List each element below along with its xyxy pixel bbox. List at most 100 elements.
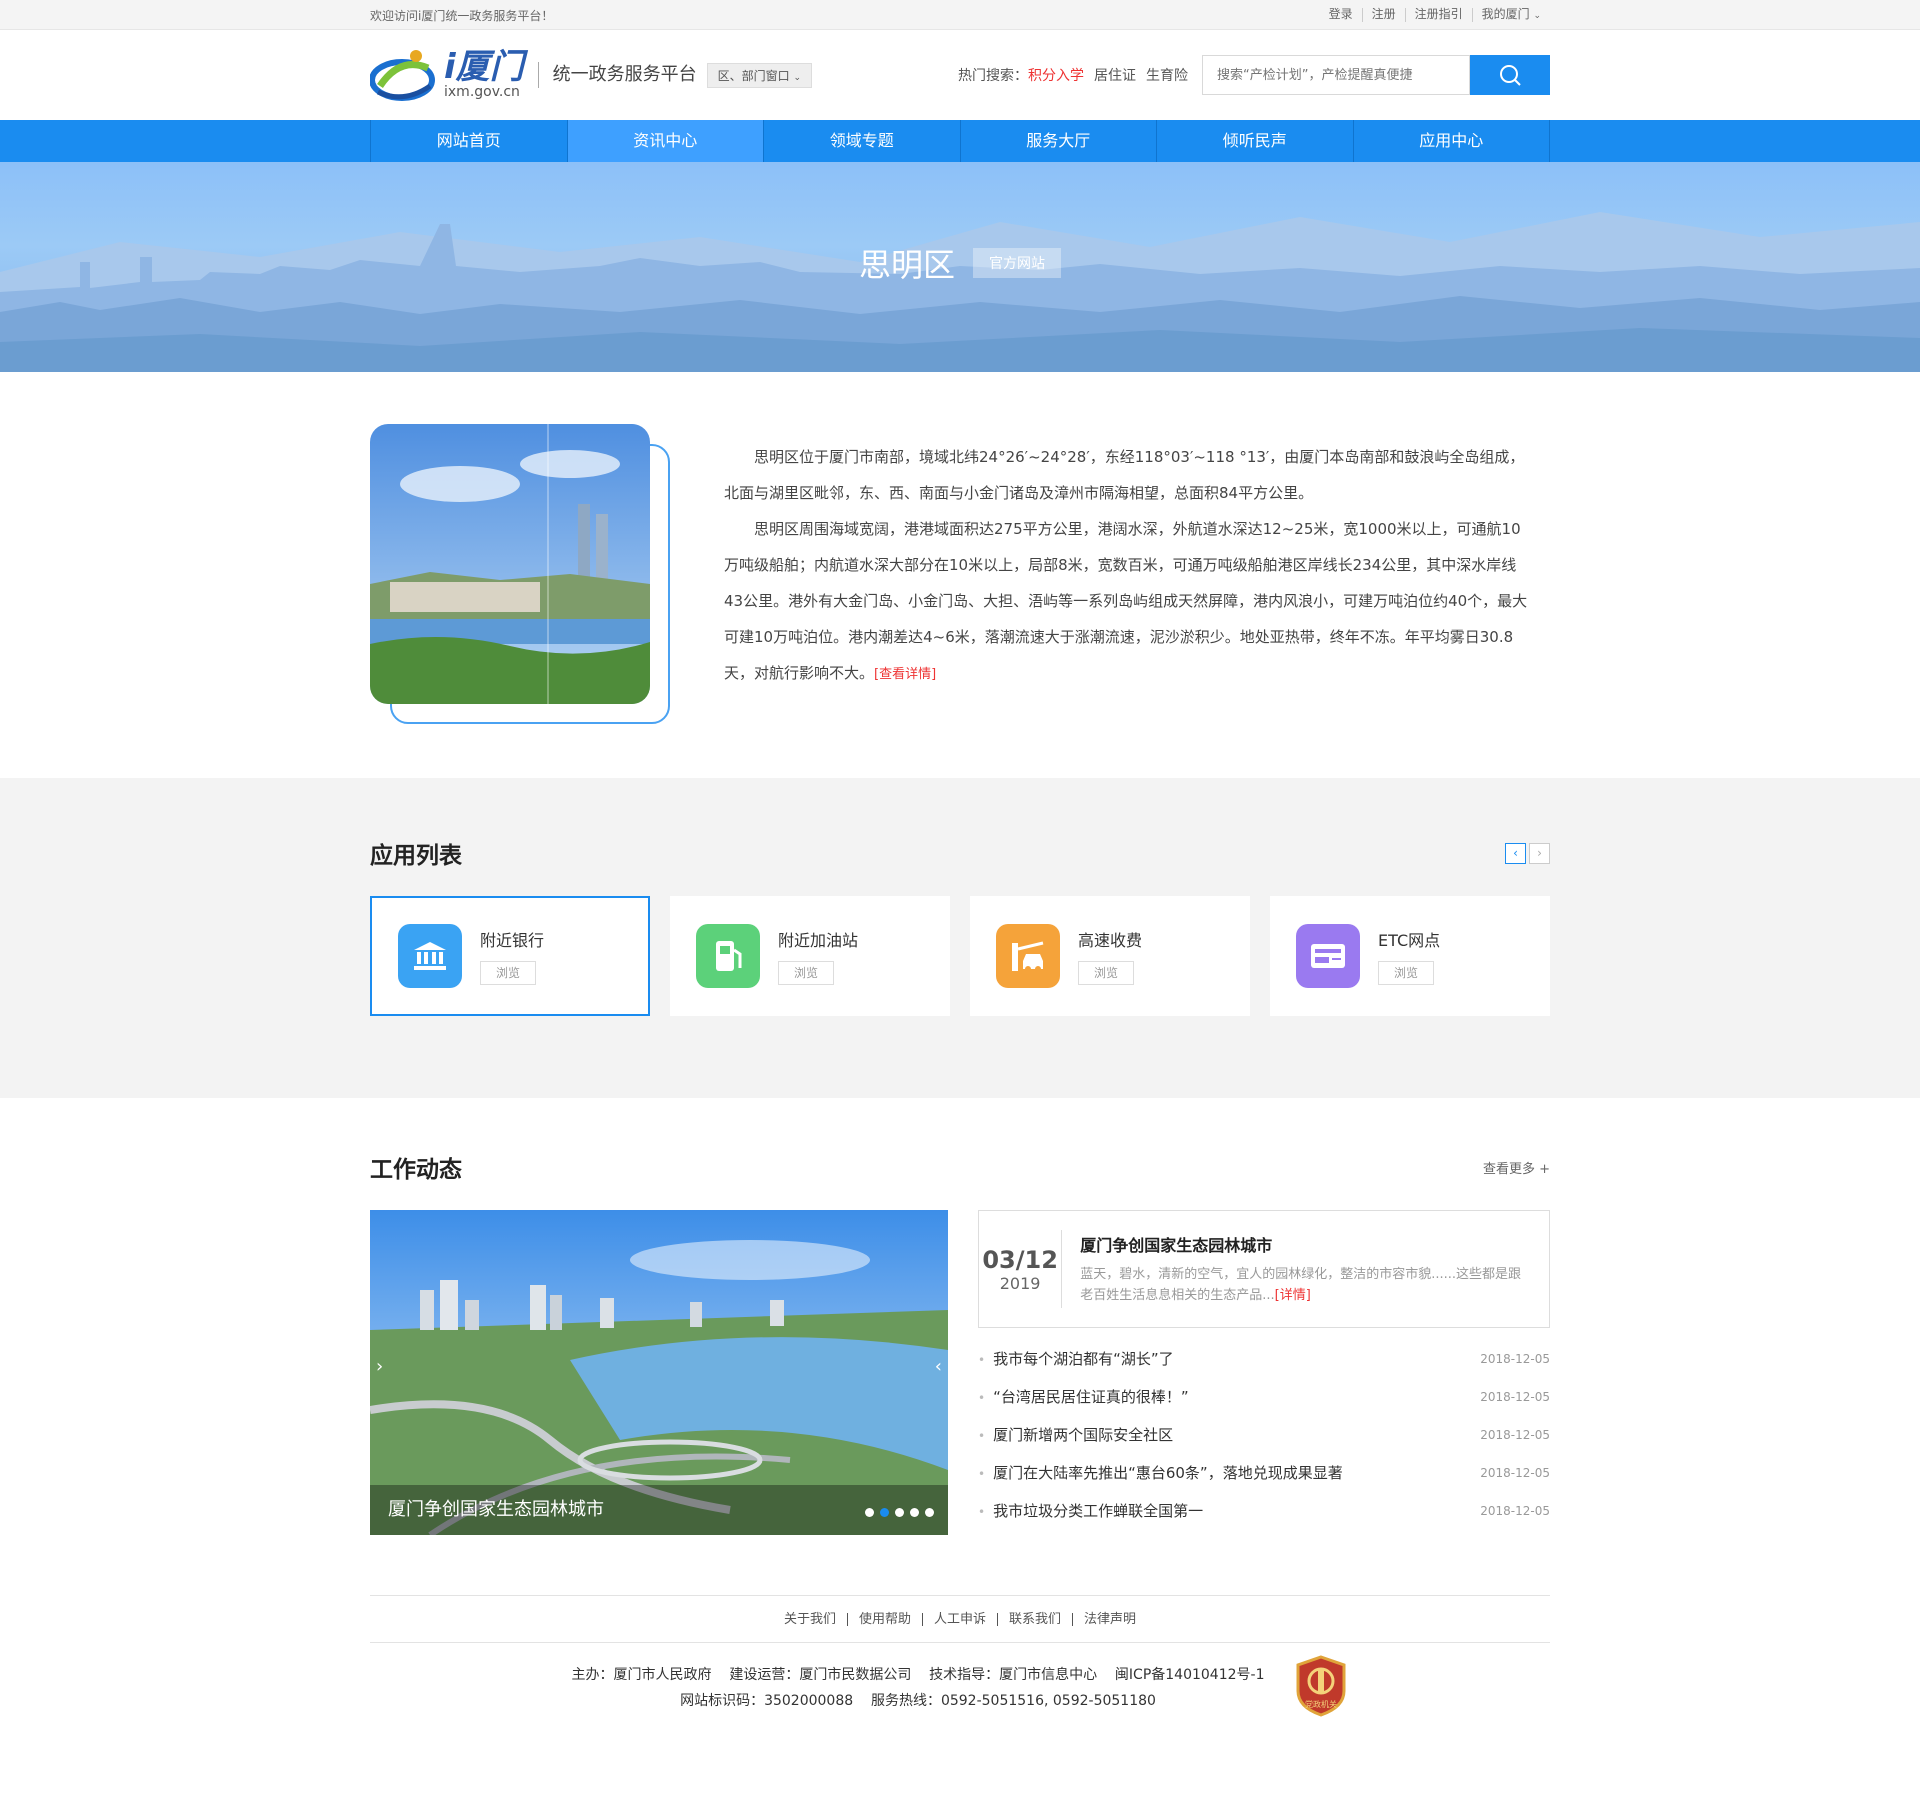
hot-search: 热门搜索： 积分入学 居住证 生育险 — [958, 65, 1188, 85]
chevron-down-icon: ⌄ — [793, 72, 802, 83]
logo-text: i厦门 — [444, 47, 524, 87]
news-row[interactable]: 我市每个湖泊都有“湖长”了 2018-12-05 — [978, 1340, 1550, 1378]
featured-news-date: 03/12 2019 — [979, 1230, 1063, 1308]
app-card-toll[interactable]: 高速收费 浏览 — [970, 896, 1250, 1016]
search-button[interactable] — [1470, 55, 1550, 95]
login-link[interactable]: 登录 — [1320, 8, 1362, 22]
browse-button[interactable]: 浏览 — [480, 961, 536, 985]
logo-mark-icon — [369, 46, 438, 104]
news-row[interactable]: 厦门在大陆率先推出“惠台60条”，落地兑现成果显著 2018-12-05 — [978, 1454, 1550, 1492]
prev-arrow-button[interactable]: ‹ — [1505, 842, 1526, 864]
welcome-text: 欢迎访问i厦门统一政务服务平台！ — [370, 8, 554, 23]
district-intro: 思明区位于厦门市南部，境域北纬24°26′~24°28′，东经118°03′~1… — [0, 372, 1920, 778]
chevron-down-icon: ⌄ — [1533, 11, 1541, 21]
carousel-dot[interactable] — [925, 1508, 934, 1517]
app-card-gas-station[interactable]: 附近加油站 浏览 — [670, 896, 950, 1016]
my-xiamen-label: 我的厦门 — [1481, 7, 1530, 21]
carousel-dot[interactable] — [910, 1508, 919, 1517]
carousel-dots — [865, 1508, 934, 1517]
nav-topics[interactable]: 领域专题 — [763, 120, 960, 162]
my-xiamen-menu[interactable]: 我的厦门 ⌄ — [1471, 7, 1550, 22]
news-title: “台湾居民居住证真的很棒！” — [978, 1378, 1189, 1416]
footer-link-legal[interactable]: 法律声明 — [1072, 1612, 1147, 1626]
view-details-link[interactable]: [查看详情] — [874, 667, 936, 682]
news-row[interactable]: 我市垃圾分类工作蝉联全国第一 2018-12-05 — [978, 1492, 1550, 1530]
district-photo-image — [370, 424, 650, 704]
work-news-title: 工作动态 — [370, 1157, 462, 1183]
footer-link-appeal[interactable]: 人工申诉 — [921, 1612, 997, 1626]
gas-station-icon — [696, 924, 760, 988]
logo-domain: ixm.gov.cn — [444, 84, 520, 100]
carousel-caption[interactable]: 厦门争创国家生态园林城市 — [370, 1485, 948, 1535]
banner-title: 思明区 — [858, 246, 955, 284]
news-title: 厦门在大陆率先推出“惠台60条”，落地兑现成果显著 — [978, 1454, 1343, 1492]
gov-agency-badge-icon[interactable]: 党政机关 — [1294, 1655, 1348, 1721]
next-arrow-button[interactable]: › — [1529, 842, 1550, 864]
footer-site-id-line: 网站标识码：3502000088 服务热线：0592-5051516, 0592… — [680, 1693, 1156, 1709]
footer-link-contact[interactable]: 联系我们 — [997, 1612, 1072, 1626]
top-bar: 欢迎访问i厦门统一政务服务平台！ 登录 注册 注册指引 我的厦门 ⌄ — [0, 0, 1920, 30]
work-news-section: 工作动态 查看更多 + › ‹ 厦门争创国家生态园林城市 03/12 2019 … — [0, 1098, 1920, 1721]
app-card-etc[interactable]: ETC网点 浏览 — [1270, 896, 1550, 1016]
hot-term-points-admission[interactable]: 积分入学 — [1028, 65, 1084, 85]
main-nav: 网站首页 资讯中心 领域专题 服务大厅 倾听民声 应用中心 — [0, 120, 1920, 162]
footer-link-help[interactable]: 使用帮助 — [846, 1612, 922, 1626]
carousel-prev-icon[interactable]: › — [376, 1356, 383, 1377]
footer: 关于我们 使用帮助 人工申诉 联系我们 法律声明 主办：厦门市人民政府 建设运营… — [370, 1595, 1550, 1721]
featured-news-year: 2019 — [999, 1273, 1041, 1293]
nav-app-center[interactable]: 应用中心 — [1352, 120, 1550, 162]
featured-news-detail-link[interactable]: [详情] — [1275, 1288, 1311, 1303]
etc-card-icon — [1296, 924, 1360, 988]
nav-home[interactable]: 网站首页 — [370, 120, 567, 162]
featured-news[interactable]: 03/12 2019 厦门争创国家生态园林城市 蓝天，碧水，清新的空气，宜人的园… — [978, 1210, 1550, 1328]
official-site-tag[interactable]: 官方网站 — [973, 248, 1061, 278]
browse-button[interactable]: 浏览 — [778, 961, 834, 985]
app-name: 附近加油站 — [778, 931, 859, 950]
hot-search-label: 热门搜索： — [958, 68, 1028, 84]
app-name: 附近银行 — [480, 931, 545, 950]
app-name: 高速收费 — [1078, 931, 1143, 950]
dept-window-label: 区、部门窗口 — [717, 68, 790, 83]
view-more-link[interactable]: 查看更多 + — [1483, 1158, 1550, 1177]
news-date: 2018-12-05 — [1480, 1352, 1550, 1366]
footer-sponsor-line: 主办：厦门市人民政府 建设运营：厦门市民数据公司 技术指导：厦门市信息中心 闽I… — [571, 1667, 1265, 1683]
news-date: 2018-12-05 — [1480, 1466, 1550, 1480]
site-logo[interactable]: i厦门 ixm.gov.cn — [369, 46, 524, 104]
app-card-bank[interactable]: 附近银行 浏览 — [370, 896, 650, 1016]
carousel-next-icon[interactable]: ‹ — [935, 1356, 942, 1377]
news-date: 2018-12-05 — [1480, 1428, 1550, 1442]
featured-news-month-day: 03/12 — [982, 1245, 1058, 1274]
news-date: 2018-12-05 — [1480, 1504, 1550, 1518]
intro-paragraph-2-text: 思明区周围海域宽阔，港港域面积达275平方公里，港阔水深，外航道水深达12~25… — [724, 520, 1528, 682]
carousel-dot[interactable] — [895, 1508, 904, 1517]
news-title: 我市垃圾分类工作蝉联全国第一 — [978, 1492, 1203, 1530]
toll-icon — [996, 924, 1060, 988]
news-carousel[interactable]: › ‹ 厦门争创国家生态园林城市 — [370, 1210, 948, 1535]
search-input[interactable] — [1202, 55, 1470, 95]
dept-window-select[interactable]: 区、部门窗口 ⌄ — [706, 62, 813, 88]
nav-news-center[interactable]: 资讯中心 — [566, 120, 763, 162]
news-list: 03/12 2019 厦门争创国家生态园林城市 蓝天，碧水，清新的空气，宜人的园… — [978, 1210, 1550, 1535]
browse-button[interactable]: 浏览 — [1378, 961, 1434, 985]
nav-service-hall[interactable]: 服务大厅 — [959, 120, 1157, 162]
intro-paragraph-1: 思明区位于厦门市南部，境域北纬24°26′~24°28′，东经118°03′~1… — [724, 448, 1525, 502]
register-link[interactable]: 注册 — [1361, 8, 1405, 22]
carousel-dot[interactable] — [880, 1508, 889, 1517]
badge-text: 党政机关 — [1305, 1699, 1337, 1709]
news-date: 2018-12-05 — [1480, 1390, 1550, 1404]
news-row[interactable]: “台湾居民居住证真的很棒！” 2018-12-05 — [978, 1378, 1550, 1416]
register-guide-link[interactable]: 注册指引 — [1404, 8, 1472, 22]
carousel-dot[interactable] — [865, 1508, 874, 1517]
footer-link-about[interactable]: 关于我们 — [773, 1613, 847, 1626]
featured-news-headline[interactable]: 厦门争创国家生态园林城市 — [1080, 1232, 1529, 1256]
news-title: 厦门新增两个国际安全社区 — [978, 1416, 1173, 1454]
app-name: ETC网点 — [1378, 931, 1441, 950]
browse-button[interactable]: 浏览 — [1078, 961, 1134, 985]
platform-name: 统一政务服务平台 — [537, 62, 697, 88]
news-title: 我市每个湖泊都有“湖长”了 — [978, 1340, 1174, 1378]
news-row[interactable]: 厦门新增两个国际安全社区 2018-12-05 — [978, 1416, 1550, 1454]
hot-term-residence-permit[interactable]: 居住证 — [1094, 65, 1136, 85]
hot-term-maternity-insurance[interactable]: 生育险 — [1146, 65, 1188, 85]
intro-paragraph-2: 思明区周围海域宽阔，港港域面积达275平方公里，港阔水深，外航道水深达12~25… — [724, 511, 1532, 693]
nav-public-voice[interactable]: 倾听民声 — [1156, 120, 1353, 162]
